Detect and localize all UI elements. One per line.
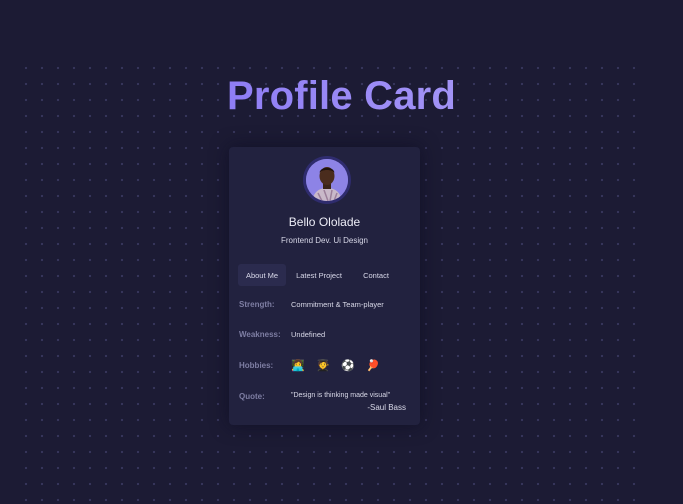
- avatar-ring: [303, 156, 351, 204]
- tab-about-me[interactable]: About Me: [238, 264, 286, 286]
- weakness-value: Undefined: [291, 330, 326, 339]
- page-title: Profile Card: [0, 72, 683, 120]
- ping-pong-emoji-icon: 🏓: [366, 359, 380, 372]
- student-emoji-icon: 🧑‍🎓: [316, 359, 330, 372]
- profile-tabs: About Me Latest Project Contact: [238, 264, 403, 286]
- quote-label: Quote:: [239, 392, 265, 401]
- quote-author: -Saul Bass: [367, 403, 406, 412]
- tab-contact[interactable]: Contact: [352, 264, 400, 286]
- profile-role: Frontend Dev. Ui Design: [281, 236, 368, 245]
- quote-text: "Design is thinking made visual": [291, 392, 391, 399]
- strength-label: Strength:: [239, 300, 275, 309]
- tab-latest-project[interactable]: Latest Project: [288, 264, 350, 286]
- profile-card: Bello Ololade Frontend Dev. Ui Design Ab…: [229, 147, 420, 425]
- strength-value: Commitment & Team-player: [291, 300, 384, 309]
- developer-emoji-icon: 👩‍💻: [291, 359, 305, 372]
- weakness-label: Weakness:: [239, 330, 281, 339]
- person-avatar-icon: [306, 159, 348, 201]
- profile-name: Bello Ololade: [288, 215, 361, 229]
- hobbies-label: Hobbies:: [239, 361, 274, 370]
- avatar: [306, 159, 348, 201]
- hobbies-list: 👩‍💻 🧑‍🎓 ⚽ 🏓: [291, 359, 391, 373]
- soccer-ball-emoji-icon: ⚽: [341, 359, 355, 372]
